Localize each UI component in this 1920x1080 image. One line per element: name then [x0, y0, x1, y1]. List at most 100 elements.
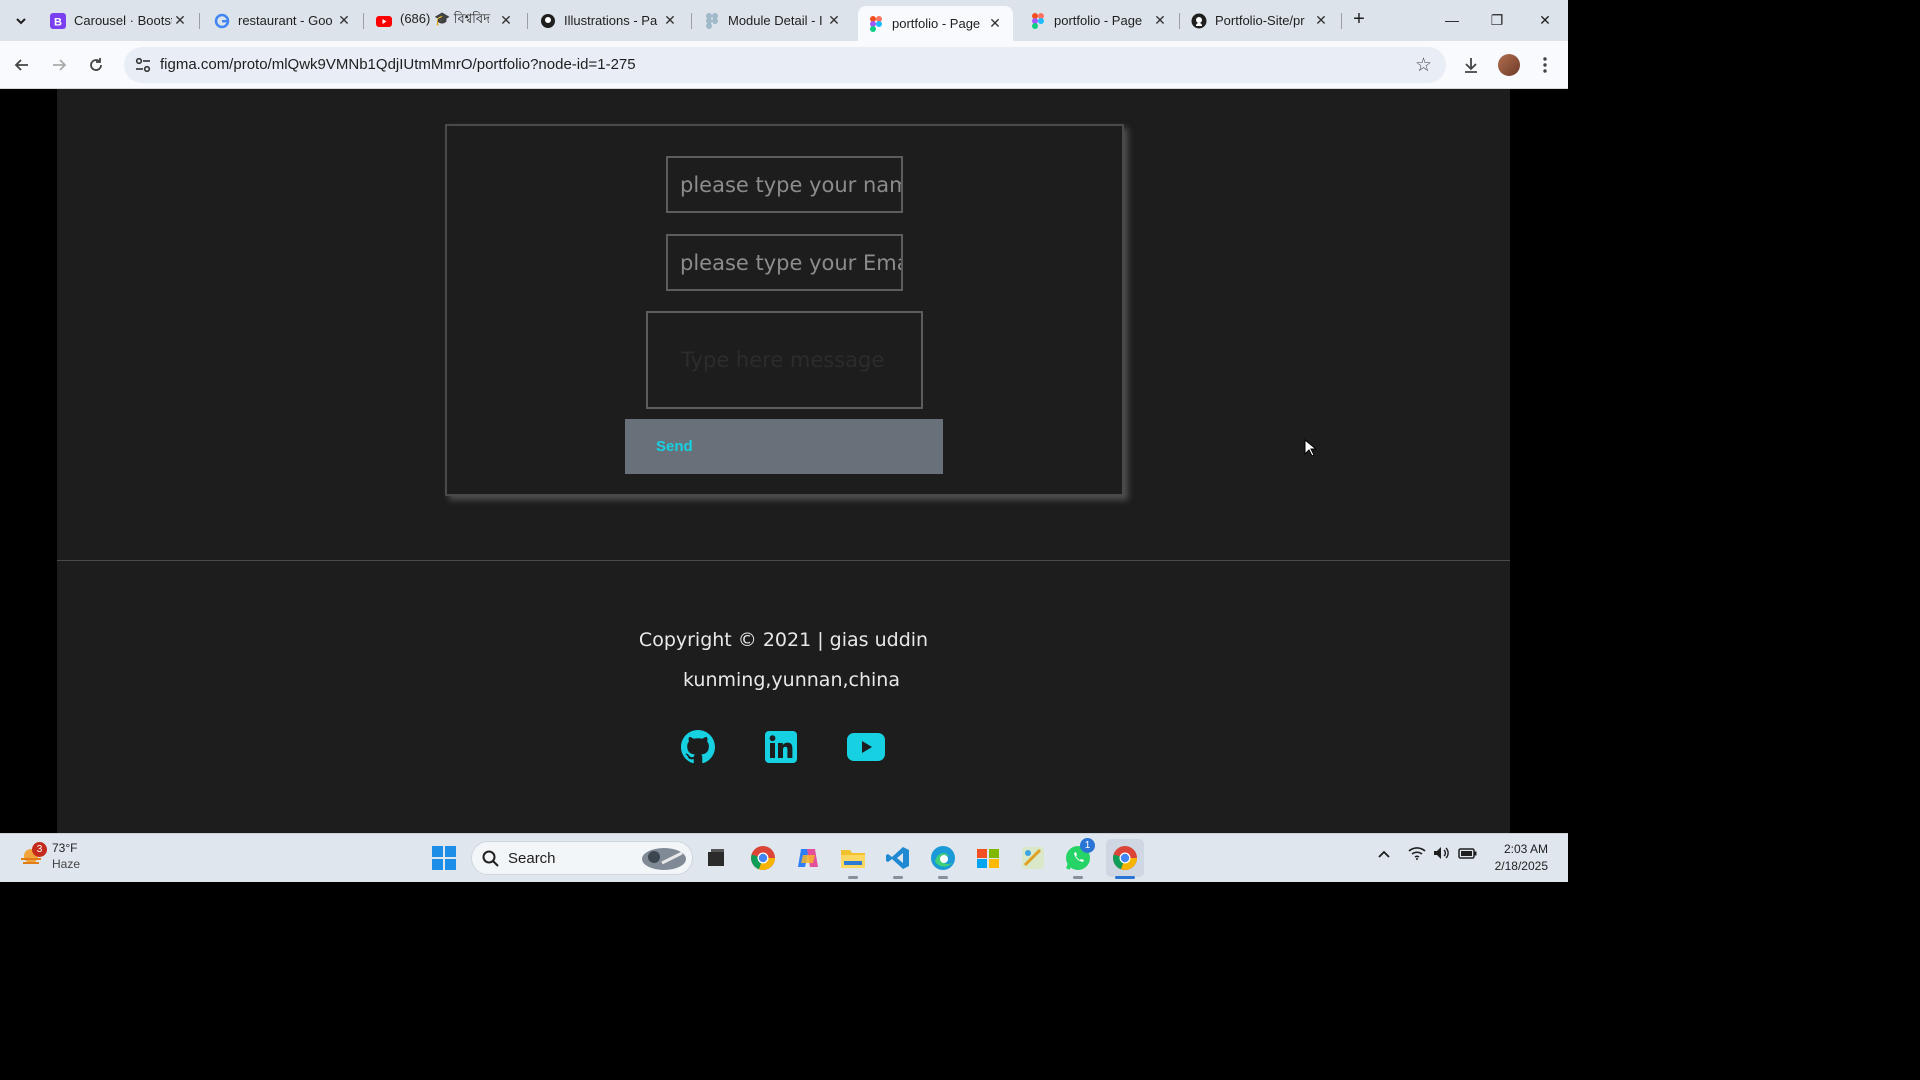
- youtube-icon[interactable]: [846, 729, 886, 765]
- tab-search-chevron-icon[interactable]: [8, 8, 34, 34]
- figma-icon: [1030, 12, 1046, 29]
- weather-badge: 3: [32, 842, 47, 857]
- prototype-frame: please type your name please type your E…: [57, 89, 1510, 833]
- tab-close-icon[interactable]: ✕: [498, 12, 514, 29]
- github-icon: [1191, 13, 1207, 29]
- file-explorer-icon[interactable]: [837, 842, 869, 874]
- vscode-icon[interactable]: [882, 842, 914, 874]
- copilot-icon[interactable]: [792, 842, 824, 874]
- battery-icon[interactable]: [1458, 846, 1478, 863]
- taskbar-running-indicator: [848, 876, 858, 879]
- new-tab-plus-icon[interactable]: +: [1347, 8, 1371, 32]
- weather-temp: 73°F: [52, 841, 78, 855]
- search-highlight-icon: [642, 848, 686, 870]
- tab-title: Carousel · Bootst: [74, 13, 172, 28]
- tab-separator: [527, 13, 528, 29]
- mouse-cursor-icon: [1304, 439, 1316, 457]
- chrome-icon[interactable]: [747, 842, 779, 874]
- tab-close-icon[interactable]: ✕: [1152, 12, 1168, 29]
- tab-separator: [363, 13, 364, 29]
- tab-separator: [1341, 13, 1342, 29]
- bootstrap-icon: B: [50, 12, 66, 29]
- linkedin-icon[interactable]: [763, 729, 799, 765]
- taskbar-search-box[interactable]: Search: [471, 841, 693, 875]
- tab-title: restaurant - Goo: [238, 13, 333, 28]
- forward-arrow-icon[interactable]: [45, 51, 73, 79]
- taskbar-search-label: Search: [508, 850, 556, 867]
- tab-close-icon[interactable]: ✕: [662, 12, 678, 29]
- url-text: figma.com/proto/mlQwk9VMNb1QdjIUtmMmrO/p…: [160, 56, 636, 73]
- tab-title: (686) 🎓 বিশ্ববিদ: [400, 11, 490, 26]
- task-view-icon[interactable]: [700, 842, 732, 874]
- footer-divider: [57, 560, 1510, 561]
- weather-desc: Haze: [52, 857, 81, 871]
- figma-icon: [704, 12, 720, 29]
- profile-avatar[interactable]: [1496, 52, 1522, 78]
- browser-tab[interactable]: B Carousel · Bootst ✕: [40, 6, 198, 35]
- back-arrow-icon[interactable]: [8, 51, 36, 79]
- browser-toolbar: figma.com/proto/mlQwk9VMNb1QdjIUtmMmrO/p…: [0, 41, 1568, 89]
- tab-separator: [1179, 13, 1180, 29]
- site-settings-icon[interactable]: [134, 56, 152, 74]
- download-icon[interactable]: [1458, 52, 1484, 78]
- whatsapp-icon[interactable]: 1: [1062, 838, 1095, 874]
- message-textarea[interactable]: Type here message: [646, 311, 923, 409]
- send-button[interactable]: Send: [625, 419, 943, 474]
- figma-icon: [868, 15, 884, 32]
- youtube-icon: [376, 13, 392, 29]
- browser-tab[interactable]: restaurant - Goo ✕: [204, 6, 362, 35]
- copyright-text: Copyright © 2021 | gias uddin: [638, 629, 929, 651]
- browser-tab[interactable]: Module Detail - I ✕: [694, 6, 852, 35]
- name-input[interactable]: please type your name: [666, 156, 903, 213]
- clock-time: 2:03 AM: [1503, 842, 1548, 856]
- github-icon: [540, 13, 556, 29]
- windows-taskbar: 3 73°F Haze Search 1 2:03 AM 2/18/2025: [0, 833, 1568, 882]
- close-window-icon[interactable]: ✕: [1530, 8, 1560, 32]
- email-input[interactable]: please type your Email: [666, 234, 903, 291]
- minimize-icon[interactable]: —: [1437, 8, 1467, 32]
- restore-icon[interactable]: ❐: [1482, 8, 1512, 32]
- taskbar-running-indicator: [893, 876, 903, 879]
- wifi-icon[interactable]: [1408, 846, 1426, 863]
- edge-icon[interactable]: [927, 842, 959, 874]
- browser-tab[interactable]: (686) 🎓 বিশ্ববিদ ✕: [366, 6, 524, 35]
- github-icon[interactable]: [680, 729, 716, 765]
- store-icon[interactable]: [972, 842, 1004, 874]
- browser-tab-active[interactable]: portfolio - Page ✕: [858, 6, 1013, 41]
- tab-close-icon[interactable]: ✕: [1313, 12, 1329, 29]
- taskbar-running-indicator: [1073, 876, 1083, 879]
- address-bar[interactable]: figma.com/proto/mlQwk9VMNb1QdjIUtmMmrO/p…: [124, 47, 1446, 83]
- svg-text:B: B: [54, 16, 62, 28]
- tab-close-icon[interactable]: ✕: [826, 12, 842, 29]
- chrome-profile-icon[interactable]: [1106, 839, 1144, 877]
- browser-tab[interactable]: portfolio - Page ✕: [1020, 6, 1178, 35]
- google-icon: [214, 13, 230, 29]
- tab-title: Illustrations - Pa: [564, 13, 658, 28]
- location-text: kunming,yunnan,china: [683, 669, 900, 691]
- reload-icon[interactable]: [82, 51, 110, 79]
- browser-tab[interactable]: Portfolio-Site/pr ✕: [1181, 6, 1339, 35]
- whatsapp-badge: 1: [1080, 838, 1095, 853]
- tab-separator: [199, 13, 200, 29]
- tab-close-icon[interactable]: ✕: [172, 12, 188, 29]
- paint-tool-icon[interactable]: [1017, 842, 1049, 874]
- tab-title: portfolio - Page: [1054, 13, 1143, 28]
- system-clock[interactable]: 2:03 AM 2/18/2025: [1495, 841, 1548, 875]
- menu-kebab-icon[interactable]: [1532, 52, 1558, 78]
- tab-close-icon[interactable]: ✕: [987, 15, 1003, 32]
- browser-tab[interactable]: Illustrations - Pa ✕: [530, 6, 688, 35]
- tab-close-icon[interactable]: ✕: [336, 12, 352, 29]
- tab-title: Portfolio-Site/pr: [1215, 13, 1305, 28]
- windows-start-icon[interactable]: [428, 842, 460, 874]
- browser-tab-strip: B Carousel · Bootst ✕ restaurant - Goo ✕…: [0, 0, 1568, 41]
- search-icon: [482, 850, 499, 867]
- bookmark-star-icon[interactable]: ☆: [1415, 54, 1432, 77]
- volume-icon[interactable]: [1433, 846, 1451, 863]
- page-viewport: please type your name please type your E…: [0, 89, 1568, 833]
- contact-form: please type your name please type your E…: [445, 124, 1124, 496]
- tab-separator: [691, 13, 692, 29]
- weather-widget[interactable]: 3 73°F Haze: [18, 840, 80, 872]
- taskbar-active-indicator: [1115, 876, 1135, 879]
- clock-date: 2/18/2025: [1494, 859, 1548, 873]
- tray-overflow-chevron-icon[interactable]: [1377, 846, 1391, 862]
